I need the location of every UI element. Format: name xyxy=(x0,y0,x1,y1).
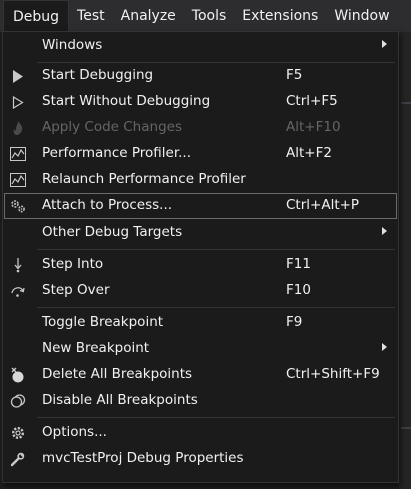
menu-item-options[interactable]: Options... xyxy=(4,420,397,446)
menu-item-shortcut: F9 xyxy=(286,314,303,330)
menu-item-other-debug-targets[interactable]: Other Debug Targets xyxy=(4,220,397,246)
menu-separator xyxy=(37,417,395,418)
menu-debug[interactable]: Debug xyxy=(3,0,70,32)
menu-item-start-without-debugging[interactable]: Start Without Debugging Ctrl+F5 xyxy=(4,89,397,115)
menu-item-label: Start Debugging xyxy=(42,67,154,83)
menu-item-windows[interactable]: Windows xyxy=(4,33,397,59)
menu-item-label: Other Debug Targets xyxy=(42,224,183,240)
performance-profiler-icon xyxy=(9,145,27,163)
menu-item-shortcut: F11 xyxy=(286,256,311,272)
menu-item-shortcut: Alt+F2 xyxy=(286,145,332,161)
menu-separator xyxy=(37,307,395,308)
submenu-arrow-icon xyxy=(382,40,387,48)
relaunch-profiler-icon xyxy=(9,171,27,189)
menu-item-new-breakpoint[interactable]: New Breakpoint xyxy=(4,336,397,362)
menu-item-shortcut: F10 xyxy=(286,282,311,298)
menu-item-shortcut: Ctrl+Shift+F9 xyxy=(286,366,380,382)
menu-tools[interactable]: Tools xyxy=(184,0,235,32)
menu-item-performance-profiler[interactable]: Performance Profiler... Alt+F2 xyxy=(4,141,397,167)
menu-item-label: Attach to Process... xyxy=(42,197,173,213)
menu-window[interactable]: Window xyxy=(326,0,397,32)
menu-item-label: Start Without Debugging xyxy=(42,93,211,109)
menu-item-disable-all-breakpoints[interactable]: Disable All Breakpoints xyxy=(4,388,397,414)
menu-test[interactable]: Test xyxy=(69,0,113,32)
menu-item-label: Apply Code Changes xyxy=(42,119,182,135)
menu-item-label: Step Into xyxy=(42,256,104,272)
submenu-arrow-icon xyxy=(382,343,387,351)
menu-extensions[interactable]: Extensions xyxy=(234,0,326,32)
delete-breakpoints-icon xyxy=(9,366,27,384)
menu-item-apply-code-changes: Apply Code Changes Alt+F10 xyxy=(4,115,397,141)
menu-item-shortcut: Ctrl+F5 xyxy=(286,93,338,109)
menu-item-label: Performance Profiler... xyxy=(42,145,192,161)
play-filled-icon xyxy=(9,67,27,85)
hot-reload-flame-icon xyxy=(9,119,27,137)
menu-item-shortcut: Alt+F10 xyxy=(286,119,341,135)
debug-menu-dropdown: Windows Start Debugging F5 Start Without… xyxy=(2,31,399,483)
menu-item-start-debugging[interactable]: Start Debugging F5 xyxy=(4,63,397,89)
menu-item-relaunch-performance-profiler[interactable]: Relaunch Performance Profiler xyxy=(4,167,397,193)
attach-gears-icon xyxy=(9,197,27,215)
step-into-icon xyxy=(9,256,27,274)
menu-item-label: Toggle Breakpoint xyxy=(42,314,164,330)
menu-item-label: Delete All Breakpoints xyxy=(42,366,193,382)
menu-item-attach-to-process[interactable]: Attach to Process... Ctrl+Alt+P xyxy=(4,193,397,219)
menu-item-toggle-breakpoint[interactable]: Toggle Breakpoint F9 xyxy=(4,310,397,336)
menu-item-label: Step Over xyxy=(42,282,110,298)
menu-item-shortcut: Ctrl+Alt+P xyxy=(286,197,360,213)
menu-bar: Debug Test Analyze Tools Extensions Wind… xyxy=(0,0,411,32)
step-over-icon xyxy=(9,282,27,300)
menu-item-step-into[interactable]: Step Into F11 xyxy=(4,252,397,278)
menu-item-label: Options... xyxy=(42,424,107,440)
gear-icon xyxy=(9,424,27,442)
menu-item-label: Relaunch Performance Profiler xyxy=(42,171,246,187)
menu-item-label: New Breakpoint xyxy=(42,340,150,356)
disable-breakpoints-icon xyxy=(9,392,27,410)
menu-item-shortcut: F5 xyxy=(286,67,303,83)
menu-item-debug-properties[interactable]: mvcTestProj Debug Properties xyxy=(4,446,397,472)
menu-item-label: mvcTestProj Debug Properties xyxy=(42,450,244,466)
submenu-arrow-icon xyxy=(382,227,387,235)
wrench-icon xyxy=(9,450,27,468)
menu-item-delete-all-breakpoints[interactable]: Delete All Breakpoints Ctrl+Shift+F9 xyxy=(4,362,397,388)
menu-analyze[interactable]: Analyze xyxy=(113,0,184,32)
background-editor-edge xyxy=(399,32,411,489)
menu-item-label: Windows xyxy=(42,37,103,53)
menu-item-step-over[interactable]: Step Over F10 xyxy=(4,278,397,304)
menu-item-label: Disable All Breakpoints xyxy=(42,392,198,408)
play-outline-icon xyxy=(9,93,27,111)
menu-separator xyxy=(37,249,395,250)
